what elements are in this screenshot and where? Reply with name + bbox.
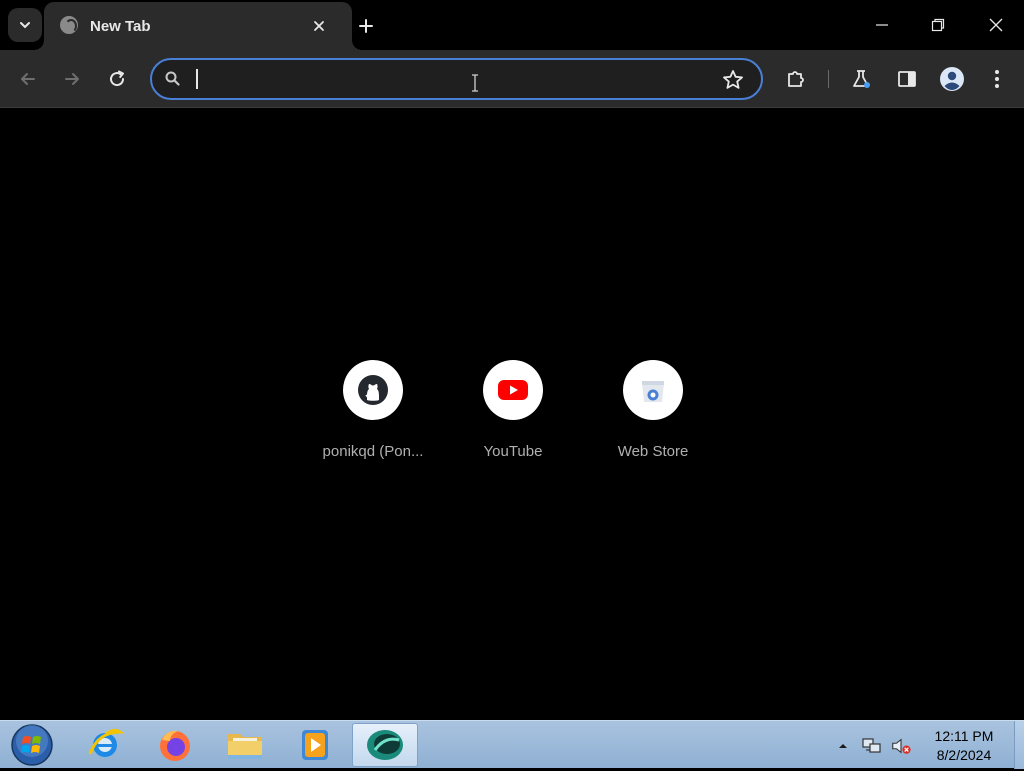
network-icon	[862, 738, 881, 753]
shortcut-tile-github[interactable]: ponikqd (Pon...	[317, 360, 429, 470]
taskbar-app-file-explorer[interactable]	[214, 723, 276, 767]
shortcut-label: YouTube	[483, 443, 543, 460]
toolbar-divider	[828, 70, 829, 88]
tab-close-button[interactable]	[308, 15, 330, 37]
tab-strip: New Tab	[0, 0, 1024, 50]
shortcut-icon	[623, 360, 683, 420]
browser-toolbar	[0, 50, 1024, 108]
side-panel-button[interactable]	[891, 63, 923, 95]
reload-button[interactable]	[101, 63, 133, 95]
globe-icon	[60, 16, 78, 34]
file-explorer-icon	[228, 734, 262, 759]
github-icon	[358, 375, 388, 405]
taskbar-app-internet-explorer[interactable]	[74, 723, 136, 767]
internet-explorer-icon	[88, 728, 124, 757]
minimize-button[interactable]	[853, 0, 911, 50]
shortcut-label: Web Store	[617, 443, 689, 460]
new-tab-page: ponikqd (Pon... YouTube Web Store	[0, 108, 1024, 720]
side-panel-icon	[898, 71, 916, 87]
show-desktop-button[interactable]	[1014, 721, 1024, 769]
firefox-icon	[160, 730, 190, 761]
shortcut-label: ponikqd (Pon...	[322, 443, 424, 460]
tab-new-tab[interactable]: New Tab	[34, 2, 362, 50]
taskbar-app-chrome[interactable]	[352, 723, 418, 767]
flask-icon	[853, 70, 870, 88]
tab-search-button[interactable]	[8, 8, 42, 42]
tab-title: New Tab	[90, 18, 151, 35]
restore-button[interactable]	[909, 0, 967, 50]
volume-muted-icon	[892, 738, 911, 754]
web-store-icon	[642, 381, 664, 402]
extensions-button[interactable]	[780, 63, 812, 95]
kebab-menu-icon	[995, 70, 999, 88]
clock-date: 8/2/2024	[936, 747, 992, 763]
forward-button[interactable]	[56, 63, 88, 95]
text-caret	[196, 69, 198, 89]
profile-button[interactable]	[936, 63, 968, 95]
restore-icon	[931, 18, 945, 32]
chevron-down-icon	[20, 22, 30, 29]
avatar-icon	[940, 67, 964, 91]
back-button[interactable]	[12, 63, 44, 95]
youtube-icon	[498, 380, 528, 400]
shortcut-icon	[483, 360, 543, 420]
chrome-icon	[367, 730, 403, 760]
close-window-button[interactable]	[967, 0, 1024, 50]
arrow-right-icon	[65, 73, 79, 85]
minimize-icon	[876, 24, 888, 26]
reload-icon	[110, 70, 125, 87]
windows-logo-icon	[11, 724, 53, 766]
new-tab-button[interactable]	[352, 12, 380, 40]
system-clock[interactable]: 12:11 PM 8/2/2024	[922, 727, 1006, 765]
chevron-up-icon	[839, 744, 847, 748]
taskbar-app-media-player[interactable]	[284, 723, 346, 767]
start-button[interactable]	[10, 724, 54, 766]
address-bar[interactable]	[150, 58, 763, 100]
close-icon	[989, 18, 1003, 32]
plus-icon	[359, 19, 373, 33]
address-input[interactable]	[196, 66, 696, 92]
show-hidden-icons-button[interactable]	[832, 735, 854, 757]
clock-time: 12:11 PM	[934, 728, 994, 744]
shortcut-icon	[343, 360, 403, 420]
shortcut-tile-youtube[interactable]: YouTube	[457, 360, 569, 470]
search-icon	[165, 71, 180, 86]
i-beam-cursor-icon	[472, 74, 478, 92]
taskbar-app-firefox[interactable]	[144, 723, 206, 767]
labs-button[interactable]	[845, 63, 877, 95]
network-tray-button[interactable]	[861, 735, 883, 757]
shortcut-tile-web-store[interactable]: Web Store	[597, 360, 709, 470]
windows-taskbar: 12:11 PM 8/2/2024	[0, 720, 1024, 769]
puzzle-icon	[788, 71, 804, 87]
arrow-left-icon	[21, 73, 35, 85]
volume-tray-button[interactable]	[890, 735, 912, 757]
menu-button[interactable]	[981, 63, 1013, 95]
bookmark-star-icon[interactable]	[721, 68, 745, 92]
media-player-icon	[302, 730, 328, 760]
close-icon	[314, 21, 324, 31]
